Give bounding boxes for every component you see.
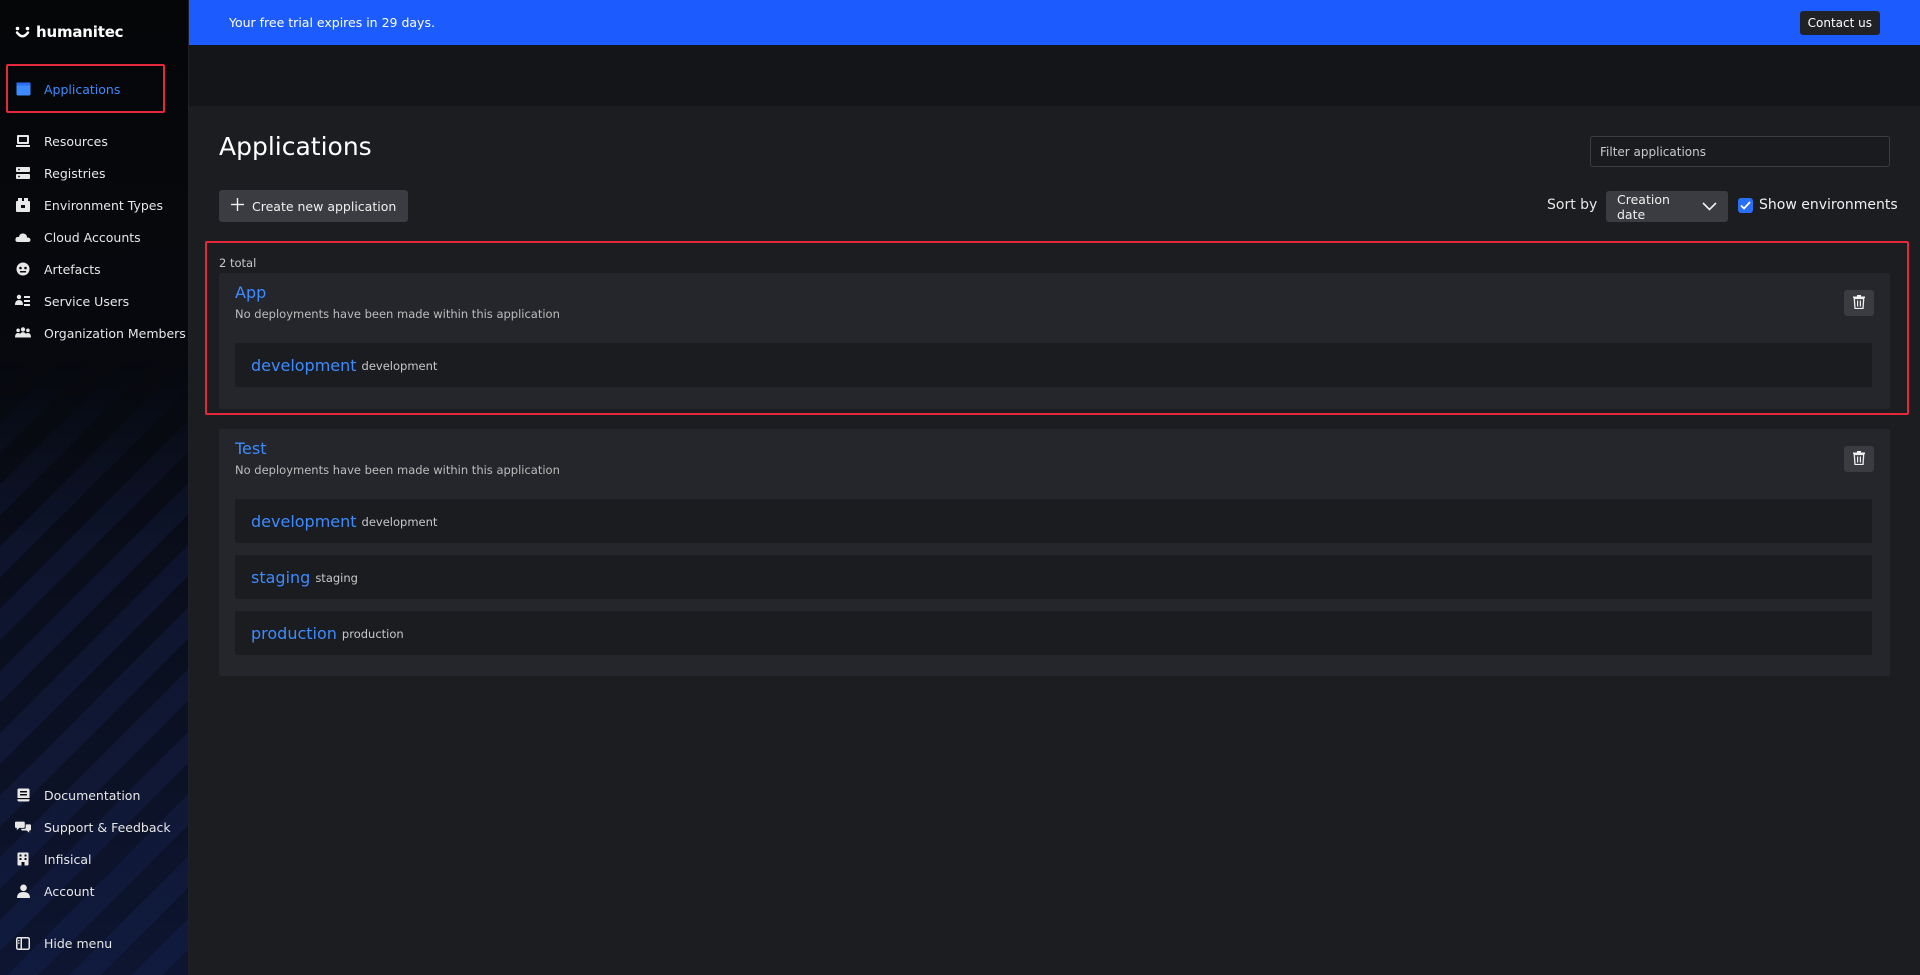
header-bar: [189, 45, 1920, 106]
service-users-icon: [15, 293, 31, 309]
environment-name-link[interactable]: development: [251, 512, 357, 531]
trash-icon: [1853, 450, 1865, 469]
account-icon: [15, 883, 31, 899]
environment-row[interactable]: staging staging: [235, 555, 1872, 599]
documentation-icon: [15, 787, 31, 803]
sidebar-item-label: Resources: [44, 133, 108, 149]
environment-id: development: [361, 515, 438, 529]
sidebar-item-label: Support & Feedback: [44, 819, 171, 835]
chevron-down-icon: [1702, 199, 1717, 214]
application-description: No deployments have been made within thi…: [235, 307, 560, 321]
environment-id: production: [341, 627, 404, 641]
sidebar-item-label: Cloud Accounts: [44, 229, 141, 245]
sidebar-toggle-icon: [15, 935, 31, 951]
environment-types-icon: [15, 197, 31, 213]
delete-application-button[interactable]: [1844, 446, 1874, 472]
logo-text: humanitec: [36, 23, 124, 41]
sidebar-item-label: Service Users: [44, 293, 130, 309]
environment-row[interactable]: development development: [235, 343, 1872, 387]
application-card: App No deployments have been made within…: [219, 273, 1890, 409]
show-environments-toggle[interactable]: Show environments: [1738, 197, 1898, 213]
sidebar-item-documentation[interactable]: Documentation: [15, 784, 140, 806]
application-name-link[interactable]: App: [235, 283, 266, 302]
sidebar-item-registries[interactable]: Registries: [15, 162, 105, 184]
logo[interactable]: humanitec: [15, 22, 124, 42]
show-environments-checkbox[interactable]: [1738, 197, 1753, 213]
sidebar-item-label: Account: [44, 883, 95, 899]
environment-name-link[interactable]: production: [251, 624, 337, 643]
sidebar-item-resources[interactable]: Resources: [15, 130, 108, 152]
application-name-link[interactable]: Test: [235, 439, 267, 458]
environment-id: staging: [315, 571, 358, 585]
sort-by-label: Sort by: [1547, 197, 1598, 213]
sidebar-item-account[interactable]: Account: [15, 880, 94, 902]
applications-total-count: 2 total: [219, 256, 257, 270]
sidebar-item-environment-types[interactable]: Environment Types: [15, 194, 163, 216]
environment-id: development: [361, 359, 438, 373]
sidebar-item-label: Environment Types: [44, 197, 164, 213]
page-title: Applications: [219, 132, 372, 161]
contact-us-button[interactable]: Contact us: [1799, 10, 1880, 35]
registries-icon: [15, 165, 31, 181]
support-feedback-icon: [15, 819, 31, 835]
sidebar-item-cloud-accounts[interactable]: Cloud Accounts: [15, 226, 141, 248]
create-new-application-label: Create new application: [252, 198, 397, 214]
environment-row[interactable]: development development: [235, 499, 1872, 543]
show-environments-label: Show environments: [1759, 197, 1898, 213]
trial-banner-text: Your free trial expires in 29 days.: [229, 15, 435, 30]
sidebar-item-applications[interactable]: Applications: [15, 78, 120, 100]
trial-banner: Your free trial expires in 29 days. Cont…: [189, 0, 1920, 45]
humanitec-logo-icon: [15, 25, 30, 39]
sidebar-item-label: Applications: [44, 81, 121, 97]
sidebar-item-support-feedback[interactable]: Support & Feedback: [15, 816, 171, 838]
create-new-application-button[interactable]: Create new application: [219, 190, 409, 222]
building-icon: [15, 851, 31, 867]
sidebar-item-label: Infisical: [44, 851, 92, 867]
sidebar: humanitec Applications Resources Registr…: [0, 0, 189, 975]
hide-menu-button[interactable]: Hide menu: [15, 932, 112, 954]
cloud-accounts-icon: [15, 229, 31, 245]
sidebar-item-artefacts[interactable]: Artefacts: [15, 258, 101, 280]
application-description: No deployments have been made within thi…: [235, 463, 560, 477]
organization-members-icon: [15, 325, 31, 341]
hide-menu-label: Hide menu: [44, 935, 113, 951]
filter-applications-input[interactable]: [1590, 136, 1890, 167]
artefacts-icon: [15, 261, 31, 277]
sidebar-item-label: Organization Members: [44, 325, 186, 341]
sidebar-item-label: Registries: [44, 165, 106, 181]
plus-icon: [231, 198, 244, 214]
resources-icon: [15, 133, 31, 149]
trash-icon: [1853, 294, 1865, 313]
environment-name-link[interactable]: staging: [251, 568, 310, 587]
sort-select-value: Creation date: [1617, 191, 1670, 222]
environment-name-link[interactable]: development: [251, 356, 357, 375]
applications-icon: [15, 81, 31, 97]
application-card: Test No deployments have been made withi…: [219, 429, 1890, 676]
sidebar-item-label: Artefacts: [44, 261, 101, 277]
sidebar-item-service-users[interactable]: Service Users: [15, 290, 129, 312]
sidebar-item-label: Documentation: [44, 787, 141, 803]
delete-application-button[interactable]: [1844, 290, 1874, 316]
sidebar-item-infisical[interactable]: Infisical: [15, 848, 91, 870]
environment-row[interactable]: production production: [235, 611, 1872, 655]
sort-select[interactable]: Creation date: [1606, 191, 1728, 222]
sidebar-item-organization-members[interactable]: Organization Members: [15, 322, 186, 344]
